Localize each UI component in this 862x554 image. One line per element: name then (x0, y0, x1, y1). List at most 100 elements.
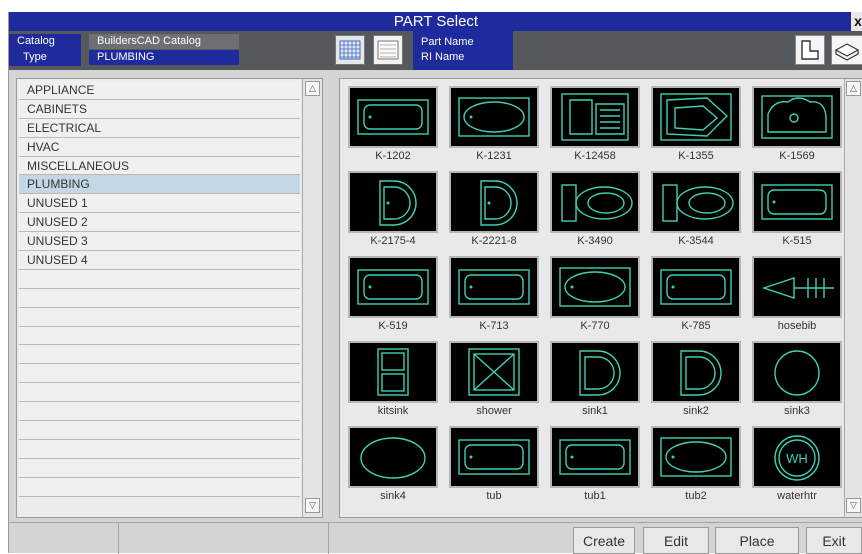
category-item[interactable]: MISCELLANEOUS (19, 156, 300, 176)
part-thumbnail[interactable] (348, 426, 438, 488)
part-tile[interactable]: K-12458 (548, 86, 642, 168)
tub-rect-icon (559, 439, 631, 475)
sort-part-name[interactable]: Part Name (421, 35, 474, 50)
part-thumbnail[interactable] (348, 171, 438, 233)
category-item[interactable]: CABINETS (19, 99, 300, 119)
part-tile[interactable]: K-713 (447, 256, 541, 338)
exit-button[interactable]: Exit (806, 527, 862, 554)
part-thumbnail[interactable] (651, 341, 741, 403)
tub-rect-icon (458, 439, 530, 475)
part-tile[interactable]: K-3490 (548, 171, 642, 253)
sink-d-icon (680, 350, 722, 396)
part-thumbnail[interactable] (348, 341, 438, 403)
category-item[interactable]: UNUSED 1 (19, 194, 300, 214)
part-thumbnail[interactable] (449, 171, 539, 233)
catalog-value[interactable]: BuildersCAD Catalog (89, 34, 239, 49)
part-tile[interactable]: K-519 (346, 256, 440, 338)
scroll-down-icon[interactable]: ▽ (305, 498, 320, 513)
edit-button[interactable]: Edit (643, 527, 709, 554)
part-tile[interactable]: K-1231 (447, 86, 541, 168)
part-tile[interactable]: K-1202 (346, 86, 440, 168)
scroll-up-icon[interactable]: △ (305, 81, 320, 96)
tub-rect-icon (660, 269, 732, 305)
empty-list-row (19, 269, 300, 289)
close-icon[interactable]: x (851, 12, 862, 31)
part-thumbnail[interactable] (348, 256, 438, 318)
d-sink-icon (480, 180, 518, 226)
part-name: K-519 (378, 320, 408, 332)
part-tile[interactable]: sink1 (548, 341, 642, 423)
part-tile[interactable]: K-515 (750, 171, 844, 253)
part-tile[interactable]: K-1569 (750, 86, 844, 168)
category-item[interactable]: ELECTRICAL (19, 118, 300, 138)
part-thumbnail[interactable]: WH (752, 426, 842, 488)
grid-view-button[interactable] (335, 35, 365, 65)
category-item[interactable]: UNUSED 4 (19, 251, 300, 270)
part-tile[interactable]: kitsink (346, 341, 440, 423)
place-button[interactable]: Place (715, 527, 799, 554)
part-name: K-1569 (779, 150, 815, 162)
part-tile[interactable]: sink3 (750, 341, 844, 423)
part-thumbnail[interactable] (651, 426, 741, 488)
part-thumbnail[interactable] (752, 256, 842, 318)
part-thumbnail[interactable] (550, 256, 640, 318)
create-button[interactable]: Create (573, 527, 635, 554)
part-thumbnail[interactable] (651, 256, 741, 318)
part-thumbnail[interactable] (752, 341, 842, 403)
part-tile[interactable]: tub2 (649, 426, 743, 508)
sink-oval-icon (360, 437, 426, 479)
part-thumbnail[interactable] (550, 341, 640, 403)
part-thumbnail[interactable] (348, 86, 438, 148)
part-thumbnail[interactable] (550, 86, 640, 148)
part-tile[interactable]: tub1 (548, 426, 642, 508)
part-thumbnail[interactable] (449, 341, 539, 403)
parts-scrollbar[interactable]: △ ▽ (844, 79, 862, 517)
part-tile[interactable]: K-785 (649, 256, 743, 338)
grid-scroll-up-icon[interactable]: △ (846, 81, 861, 96)
empty-list-row (19, 383, 300, 403)
d-sink-icon (379, 180, 417, 226)
part-name: K-785 (681, 320, 711, 332)
part-tile[interactable]: WH waterhtr (750, 426, 844, 508)
sink-d-icon (579, 350, 621, 396)
part-tile[interactable]: tub (447, 426, 541, 508)
part-thumbnail[interactable] (550, 171, 640, 233)
tub-oval-icon (660, 437, 732, 477)
type-value[interactable]: PLUMBING (89, 50, 239, 65)
part-thumbnail[interactable] (651, 171, 741, 233)
plan-view-button[interactable] (795, 35, 825, 65)
list-view-button[interactable] (373, 35, 403, 65)
part-thumbnail[interactable] (752, 86, 842, 148)
part-thumbnail[interactable] (449, 86, 539, 148)
part-tile[interactable]: K-3544 (649, 171, 743, 253)
part-name: K-2175-4 (370, 235, 416, 247)
part-tile[interactable]: K-2221-8 (447, 171, 541, 253)
3d-view-button[interactable] (831, 35, 862, 65)
category-scrollbar[interactable]: △ ▽ (302, 79, 322, 517)
part-tile[interactable]: hosebib (750, 256, 844, 338)
part-tile[interactable]: shower (447, 341, 541, 423)
title-bar: PART Select x (9, 12, 862, 31)
sort-options: Part Name RI Name (413, 31, 513, 70)
part-tile[interactable]: K-2175-4 (346, 171, 440, 253)
part-thumbnail[interactable] (550, 426, 640, 488)
toilet-icon (662, 184, 734, 222)
part-tile[interactable]: K-1355 (649, 86, 743, 168)
tub-rect-icon (357, 99, 429, 135)
part-thumbnail[interactable] (651, 86, 741, 148)
category-item[interactable]: APPLIANCE (19, 81, 300, 100)
category-item[interactable]: UNUSED 2 (19, 213, 300, 233)
category-item[interactable]: UNUSED 3 (19, 232, 300, 252)
part-name: K-1202 (375, 150, 411, 162)
grid-scroll-down-icon[interactable]: ▽ (846, 498, 861, 513)
sort-ri-name[interactable]: RI Name (421, 50, 464, 65)
whirlpool-tub-icon (761, 95, 833, 139)
category-item[interactable]: PLUMBING (19, 175, 300, 195)
part-thumbnail[interactable] (752, 171, 842, 233)
part-tile[interactable]: sink4 (346, 426, 440, 508)
part-tile[interactable]: sink2 (649, 341, 743, 423)
part-tile[interactable]: K-770 (548, 256, 642, 338)
part-thumbnail[interactable] (449, 256, 539, 318)
category-item[interactable]: HVAC (19, 137, 300, 157)
part-thumbnail[interactable] (449, 426, 539, 488)
